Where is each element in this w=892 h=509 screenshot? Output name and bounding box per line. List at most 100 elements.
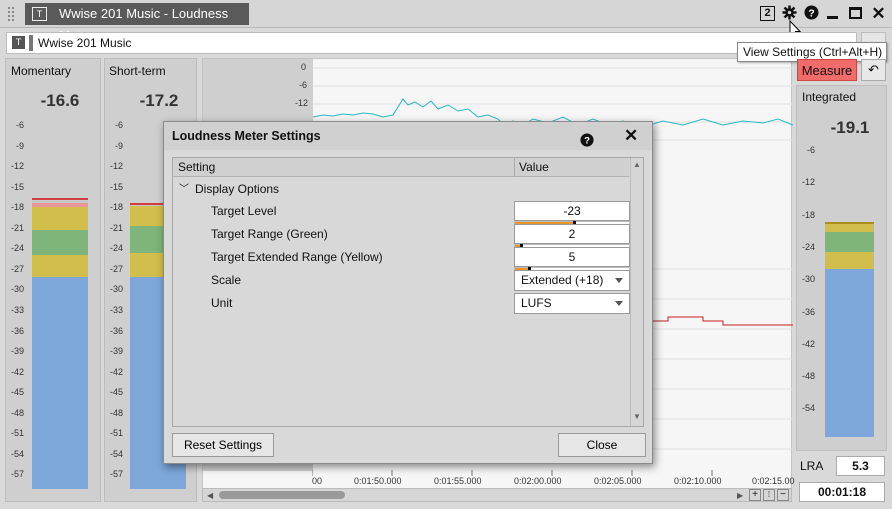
scroll-right-icon[interactable]: ▶: [737, 491, 743, 500]
elapsed-time: 00:01:18: [799, 482, 885, 502]
scale-tick: -12: [109, 161, 123, 172]
close-icon[interactable]: ✕: [624, 122, 638, 150]
timeline-ruler[interactable]: 00 0:01:50.000 0:01:55.000 0:02:00.000 0…: [312, 470, 795, 488]
horizontal-scrollbar[interactable]: ◀ ▶ + ⁞ −: [202, 488, 792, 502]
measure-button[interactable]: Measure: [797, 59, 857, 81]
integrated-curve: [653, 316, 793, 326]
lra-label: LRA: [800, 459, 824, 473]
scale-tick: -15: [109, 181, 123, 192]
momentary-label: Momentary: [11, 64, 72, 78]
scale-tick: -36: [801, 306, 815, 317]
setting-row[interactable]: Target Extended Range (Yellow) 5: [173, 246, 630, 269]
col-value-header[interactable]: Value: [514, 158, 549, 177]
maximize-icon[interactable]: [849, 7, 862, 19]
unit-value: LUFS: [521, 296, 552, 310]
title-bar: T Wwise 201 Music - Loudness Meter 2 ? ✕: [0, 0, 892, 43]
unit-select[interactable]: LUFS: [514, 293, 630, 314]
scale-tick: -45: [109, 387, 123, 398]
scale-tick: -57: [10, 469, 24, 480]
scale-tick: -42: [109, 366, 123, 377]
scroll-thumb[interactable]: [219, 491, 345, 499]
scale-tick: -9: [15, 140, 24, 151]
scale-tick: -18: [109, 202, 123, 213]
lra-value: 5.3: [836, 456, 885, 476]
short-term-value: -17.2: [139, 91, 179, 110]
integrated-value: -19.1: [830, 118, 870, 137]
target-level-input[interactable]: -23: [514, 201, 630, 221]
chevron-down-icon: [615, 301, 623, 306]
scroll-left-icon[interactable]: ◀: [207, 491, 213, 500]
dialog-title: Loudness Meter Settings: [172, 129, 321, 143]
short-term-label: Short-term: [109, 64, 166, 78]
zoom-in-icon[interactable]: +: [749, 489, 761, 501]
svg-text:?: ?: [584, 136, 590, 147]
group-row[interactable]: ﹀ Display Options: [173, 178, 629, 201]
scale-tick: -12: [801, 177, 815, 188]
scale-tick: -30: [10, 284, 24, 295]
scale-tick: -39: [109, 346, 123, 357]
svg-text:?: ?: [808, 8, 814, 19]
window-tab[interactable]: T Wwise 201 Music - Loudness Meter: [25, 3, 249, 43]
setting-row[interactable]: Unit LUFS: [173, 292, 630, 315]
scroll-down-icon[interactable]: ▼: [633, 412, 641, 421]
graph-y-tick: -12: [295, 98, 309, 108]
scale-tick: -33: [10, 304, 24, 315]
time-tick: 0:01:55.000: [434, 476, 482, 486]
scroll-up-icon[interactable]: ▲: [633, 160, 641, 169]
graph-y-tick: -6: [299, 80, 308, 90]
scale-tick: -36: [109, 325, 123, 336]
dialog-title-bar: Loudness Meter Settings ? ✕: [164, 122, 652, 150]
scale-tick: -27: [10, 263, 24, 274]
scale-select[interactable]: Extended (+18): [514, 270, 630, 291]
setting-name: Target Level: [211, 204, 277, 218]
scale-tick: -6: [15, 120, 24, 130]
scale-tick: -21: [109, 222, 123, 233]
scale-tick: -51: [10, 428, 24, 439]
setting-row[interactable]: Target Level -23: [173, 200, 630, 223]
reset-icon[interactable]: ↶: [861, 59, 886, 81]
scale-tick: -30: [109, 284, 123, 295]
setting-name: Target Range (Green): [211, 227, 328, 241]
setting-row[interactable]: Target Range (Green) 2: [173, 223, 630, 246]
scale-tick: -33: [109, 304, 123, 315]
scale-tick: -45: [10, 387, 24, 398]
zoom-fit-icon[interactable]: ⁞: [763, 489, 775, 501]
settings-table: Setting Value ﹀ Display Options Target L…: [172, 157, 644, 427]
close-button[interactable]: Close: [558, 433, 646, 457]
scale-tick: -6: [114, 120, 123, 130]
minimize-icon[interactable]: [827, 16, 838, 19]
scale-tick: -48: [801, 371, 815, 382]
object-separator: [29, 35, 33, 51]
setting-row[interactable]: Scale Extended (+18): [173, 269, 630, 292]
table-header: Setting Value: [173, 158, 629, 177]
vertical-scrollbar[interactable]: ▲ ▼: [630, 158, 643, 426]
setting-name: Target Extended Range (Yellow): [211, 250, 383, 264]
momentary-panel: Momentary -16.6 -6 -9 -12 -15 -18 -21 -24 -27 -3…: [5, 58, 101, 502]
badge-icon[interactable]: 2: [760, 6, 775, 21]
time-tick: 0:02:00.000: [514, 476, 562, 486]
close-icon[interactable]: ✕: [870, 5, 887, 22]
object-bar[interactable]: T Wwise 201 Music: [6, 32, 857, 54]
time-tick: 0:02:15.00: [752, 476, 795, 486]
tab-icon: T: [32, 7, 47, 21]
help-icon[interactable]: ?: [803, 5, 820, 22]
scale-tick: -21: [10, 222, 24, 233]
scale-tick: -12: [10, 161, 24, 172]
reset-settings-button[interactable]: Reset Settings: [172, 433, 274, 457]
scale-tick: -51: [109, 428, 123, 439]
grip-icon[interactable]: [8, 7, 14, 21]
target-range-input[interactable]: 2: [514, 224, 630, 244]
settings-dialog: Loudness Meter Settings ? ✕ Setting Valu…: [163, 121, 653, 464]
scale-value: Extended (+18): [521, 273, 604, 287]
col-setting-header[interactable]: Setting: [178, 158, 215, 176]
zoom-out-icon[interactable]: −: [777, 489, 789, 501]
help-icon[interactable]: ?: [580, 129, 594, 157]
time-tick: 0:01:50.000: [354, 476, 402, 486]
extended-range-input[interactable]: 5: [514, 247, 630, 267]
scale-tick: -54: [801, 403, 815, 414]
collapse-icon[interactable]: ﹀: [179, 178, 189, 201]
scale-tick: -57: [109, 469, 123, 480]
scale-tick: -18: [10, 202, 24, 213]
scale-tick: -48: [109, 407, 123, 418]
scale-tick: -42: [801, 338, 815, 349]
